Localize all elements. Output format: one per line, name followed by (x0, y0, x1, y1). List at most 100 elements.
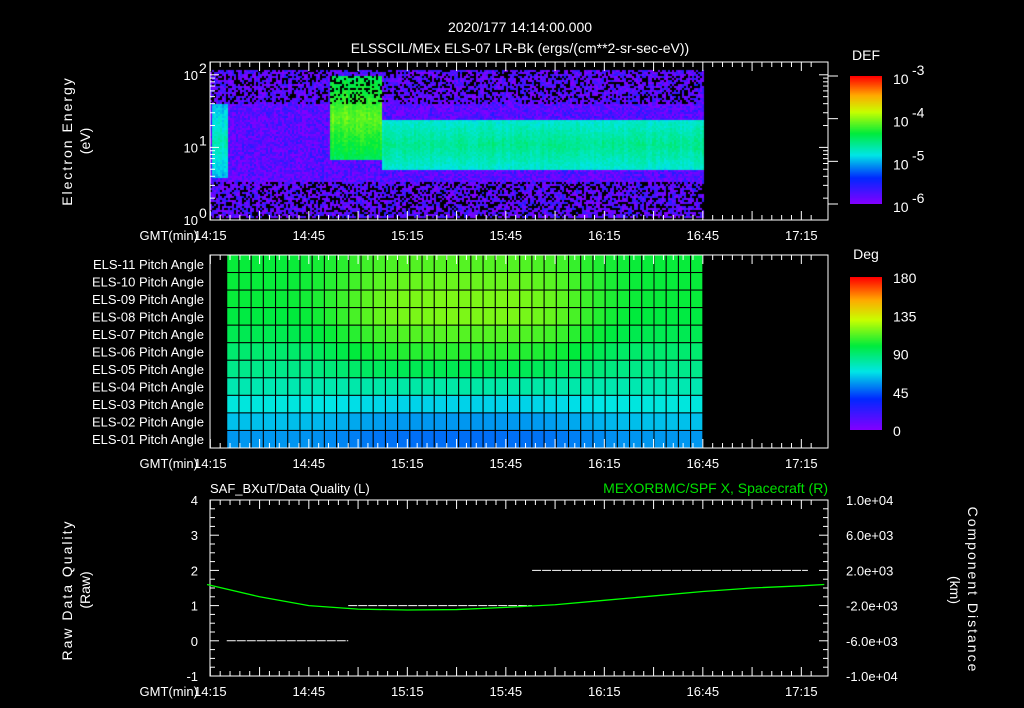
pitch-angle-cell (543, 429, 557, 449)
pitch-angle-cell (311, 324, 325, 344)
pitch-angle-cell (592, 359, 606, 379)
pitch-angle-row-label: ELS-06 Pitch Angle (92, 345, 204, 360)
pitch-angle-cell (690, 359, 704, 379)
energy-panel-frame (209, 61, 829, 221)
pitch-angle-cell (384, 289, 399, 309)
pitch-angle-cell (445, 359, 460, 379)
pitch-angle-cell (580, 412, 594, 431)
pitch-angle-cell (482, 324, 496, 344)
pitch-angle-cell (275, 394, 289, 414)
pitch-angle-cell (616, 412, 631, 431)
pitch-angle-cell (384, 272, 399, 291)
pitch-angle-cell (250, 359, 264, 379)
pitch-angle-cell (397, 359, 411, 379)
pitch-angle-cell (262, 272, 277, 291)
distance-y-tick-label: 2.0e+03 (846, 563, 893, 578)
pitch-angle-cell (641, 377, 655, 396)
pitch-angle-row-label: ELS-11 Pitch Angle (93, 257, 204, 272)
pitch-angle-cell (507, 307, 521, 326)
pitch-angle-cell (641, 342, 655, 361)
quality-y-tick-label: 0 (191, 634, 198, 649)
pitch-angle-cell (543, 307, 557, 326)
deg-colorbar-tick-label: 135 (893, 308, 917, 324)
pitch-angle-cell (592, 394, 606, 414)
pitch-angle-cell (372, 377, 386, 396)
pitch-angle-cell (360, 359, 374, 379)
energy-panel-x-tick-label: 15:45 (490, 228, 523, 243)
quality-panel-x-tick-label: 14:45 (293, 684, 326, 699)
pitch-angle-cell (384, 307, 399, 326)
pitch-angle-cell (519, 272, 533, 291)
pitch-angle-cell (568, 272, 582, 291)
pitch-angle-cell (287, 342, 301, 361)
quality-y-tick-label: -1 (186, 669, 198, 684)
energy-panel-x-tick-label: 14:45 (293, 228, 326, 243)
pitch-angle-cell (470, 307, 484, 326)
pitch-angle-cell (629, 412, 643, 431)
pitch-angle-cell (519, 324, 533, 344)
pitch-angle-cell (690, 429, 704, 449)
pitch-panel-x-tick-label: 15:45 (490, 456, 523, 471)
pitch-angle-cell (372, 394, 386, 414)
pitch-angle-cell (238, 289, 252, 309)
pitch-angle-cell (653, 254, 667, 274)
pitch-angle-cell (445, 272, 460, 291)
pitch-angle-cell (299, 394, 313, 414)
pitch-angle-cell (238, 307, 252, 326)
pitch-angle-cell (604, 307, 618, 326)
deg-colorbar-tick-label: 180 (893, 270, 917, 286)
energy-y-tick-label: 10 (184, 68, 198, 83)
pitch-angle-cell (311, 394, 325, 414)
def-colorbar-tick-base: 10 (893, 71, 909, 87)
pitch-angle-row-label: ELS-08 Pitch Angle (92, 309, 204, 324)
energy-y-tick-label: 10 (184, 213, 198, 228)
pitch-angle-cell (555, 377, 570, 396)
pitch-angle-cell (470, 254, 484, 274)
distance-y-tick-label: -1.0e+04 (846, 669, 898, 684)
pitch-angle-cell (262, 359, 277, 379)
quality-title-left: SAF_BXuT/Data Quality (L) (210, 481, 370, 496)
pitch-angle-cell (470, 377, 484, 396)
pitch-angle-cell (592, 377, 606, 396)
pitch-angle-cell (421, 254, 435, 274)
def-colorbar-tick-base: 10 (893, 156, 909, 172)
pitch-angle-cell (653, 394, 667, 414)
pitch-angle-cell (336, 342, 350, 361)
pitch-angle-cell (360, 254, 374, 274)
pitch-angle-cell (311, 359, 325, 379)
pitch-angle-cell (336, 289, 350, 309)
pitch-angle-cell (494, 272, 509, 291)
pitch-angle-cell (629, 254, 643, 274)
quality-axis-label: Raw Data Quality (59, 520, 75, 661)
pitch-angle-cell (555, 324, 570, 344)
pitch-angle-cell (507, 254, 521, 274)
pitch-angle-cell (531, 272, 545, 291)
pitch-angle-cell (458, 289, 472, 309)
pitch-angle-cell (250, 324, 264, 344)
pitch-angle-cell (507, 377, 521, 396)
pitch-angle-cell (409, 254, 423, 274)
pitch-angle-cell (629, 289, 643, 309)
pitch-angle-cell (397, 342, 411, 361)
pitch-angle-cell (482, 412, 496, 431)
pitch-angle-cell (287, 307, 301, 326)
pitch-angle-cell (372, 342, 386, 361)
pitch-angle-cell (470, 324, 484, 344)
plot-window: 2020/177 14:14:00.000 ELSSCIL/MEx ELS-07… (0, 0, 1024, 708)
pitch-angle-cell (665, 254, 679, 274)
pitch-angle-cell (226, 324, 240, 344)
pitch-angle-cell (616, 289, 631, 309)
pitch-angle-cell (531, 307, 545, 326)
pitch-angle-cell (360, 377, 374, 396)
pitch-angle-cell (360, 429, 374, 449)
pitch-angle-cell (580, 394, 594, 414)
pitch-angle-cell (397, 254, 411, 274)
pitch-angle-cell (543, 342, 557, 361)
pitch-angle-cell (275, 307, 289, 326)
pitch-angle-cell (555, 429, 570, 449)
pitch-angle-cell (433, 412, 447, 431)
pitch-angle-cell (555, 342, 570, 361)
pitch-angle-cell (665, 342, 679, 361)
plot-title: ELSSCIL/MEx ELS-07 LR-Bk (ergs/(cm**2-sr… (351, 40, 689, 56)
pitch-angle-cell (653, 377, 667, 396)
